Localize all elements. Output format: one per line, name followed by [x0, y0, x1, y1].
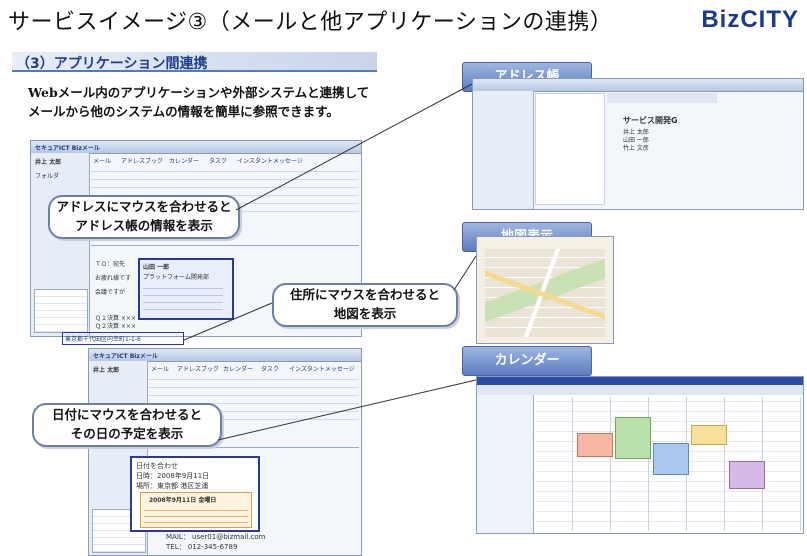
- leader-lines: [183, 83, 477, 441]
